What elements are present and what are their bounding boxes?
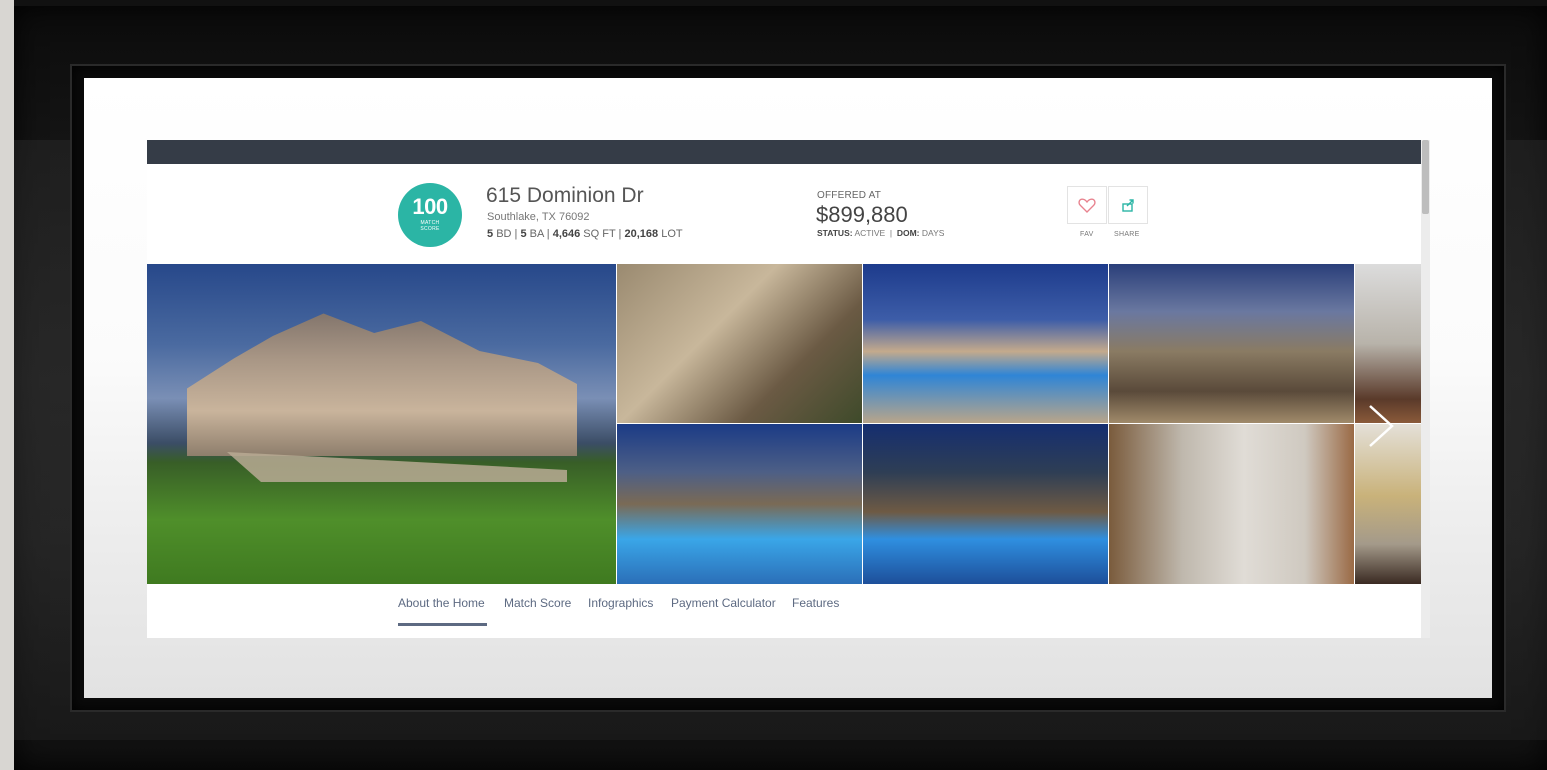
driveway-shape (227, 452, 567, 482)
wall (0, 0, 14, 770)
photo-pool-night[interactable] (863, 424, 1108, 584)
photo-main-exterior[interactable] (147, 264, 616, 584)
sqft-value: 4,646 (552, 228, 581, 240)
listing-city: Southlake, TX 76092 (487, 211, 590, 223)
offered-label: OFFERED AT (817, 190, 882, 201)
share-button[interactable] (1108, 186, 1148, 224)
tab-about-the-home[interactable]: About the Home (398, 596, 485, 610)
photo-pool[interactable] (863, 264, 1108, 423)
tab-infographics[interactable]: Infographics (588, 596, 653, 610)
heart-outline-icon (1078, 198, 1096, 213)
share-box-icon (1122, 199, 1134, 212)
tab-features[interactable]: Features (792, 596, 839, 610)
match-score-value: 100 (412, 194, 448, 219)
listing-specs: 5 BD | 5 BA | 4,646 SQ FT | 20,168 LOT (487, 228, 683, 240)
scrollbar-thumb[interactable] (1422, 140, 1429, 214)
photo-patio[interactable] (1109, 264, 1354, 423)
listing-address: 615 Dominion Dr (486, 184, 644, 207)
photo-fireplace[interactable] (1355, 264, 1421, 423)
fav-label: FAV (1080, 231, 1094, 238)
status-value: ACTIVE (854, 228, 886, 238)
tab-payment-calculator[interactable]: Payment Calculator (671, 596, 776, 610)
dom-value: DAYS (921, 228, 945, 238)
photo-front-door[interactable] (617, 264, 862, 423)
house-shape (187, 313, 577, 456)
listing-status: STATUS: ACTIVE | DOM: DAYS (817, 228, 945, 238)
share-label: SHARE (1114, 231, 1140, 238)
top-navigation-bar (147, 140, 1421, 164)
match-score-label: MATCH SCORE (420, 220, 440, 232)
active-tab-indicator (398, 623, 487, 626)
tab-match-score[interactable]: Match Score (504, 596, 571, 610)
scrollbar[interactable] (1421, 140, 1430, 638)
chevron-right-icon[interactable] (1362, 402, 1402, 450)
photo-pool-back[interactable] (617, 424, 862, 584)
fav-button[interactable] (1067, 186, 1107, 224)
lot-value: 20,168 (624, 228, 659, 240)
listing-screen: 100 MATCH SCORE 615 Dominion Dr Southlak… (147, 140, 1430, 638)
listing-price: $899,880 (816, 202, 908, 227)
match-score-badge[interactable]: 100 MATCH SCORE (398, 183, 462, 247)
baths-value: 5 (520, 228, 527, 240)
photo-staircase[interactable] (1109, 424, 1354, 584)
beds-value: 5 (487, 228, 494, 240)
